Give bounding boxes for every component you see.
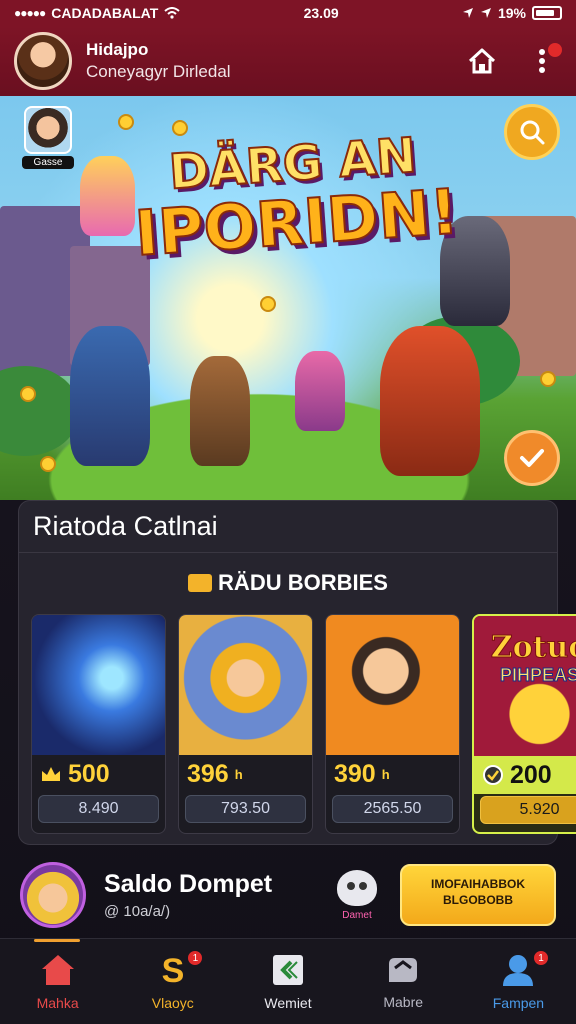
card-1-price-row: 500 xyxy=(32,755,165,793)
nav-item-store[interactable]: S 1 Vlaoyc xyxy=(115,939,230,1024)
card-3-price: 390 xyxy=(334,759,376,788)
check-icon xyxy=(520,449,544,467)
card-2-sub[interactable]: 793.50 xyxy=(185,795,306,823)
card-1-price: 500 xyxy=(68,759,110,788)
battery-icon xyxy=(531,6,562,20)
card-4-sub[interactable]: 5.920 xyxy=(480,796,576,824)
card-2-price-suffix: h xyxy=(234,766,243,782)
location-icon xyxy=(462,8,473,18)
check-circle-icon xyxy=(483,765,503,785)
hero-search-button[interactable] xyxy=(504,104,560,160)
user-icon xyxy=(503,954,534,986)
nav-label-home: Mahka xyxy=(36,994,79,1011)
user-meta: Hidajpo Coneyagyr Dirledal xyxy=(86,40,442,82)
location-icon-2 xyxy=(480,8,491,18)
cat-icon xyxy=(337,869,377,906)
nav-badge-profile: 1 xyxy=(532,949,551,967)
chest-icon xyxy=(188,574,213,592)
nav-item-profile[interactable]: 1 Fampen xyxy=(461,939,576,1024)
card-3-price-row: 390 h xyxy=(326,755,459,793)
hero-character-archer xyxy=(190,356,250,466)
more-vertical-icon xyxy=(539,49,545,73)
hero-character-knight xyxy=(70,326,150,466)
chat-icon xyxy=(389,957,418,982)
wallet-action-button[interactable]: IMOFAIHABBOK BLGOBOBB xyxy=(400,864,556,926)
card-1-sub[interactable]: 8.490 xyxy=(38,795,159,823)
card-3-price-suffix: h xyxy=(381,766,390,782)
panel-subtitle: RÄDU BORBIES xyxy=(218,570,388,595)
panel-title: Riatoda Catlnai xyxy=(19,501,557,553)
wallet-title: Saldo Dompet xyxy=(104,870,273,898)
card-3-sub[interactable]: 2565.50 xyxy=(332,795,453,823)
nav-item-home[interactable]: Mahka xyxy=(0,939,115,1024)
bottom-nav: Mahka S 1 Vlaoyc Wemiet Mabre 1 Fampen xyxy=(0,938,576,1024)
user-subtitle: Coneyagyr Dirledal xyxy=(86,62,231,81)
nav-label-store: Vlaoyc xyxy=(151,994,194,1011)
nav-item-wallet[interactable]: Wemiet xyxy=(230,939,345,1024)
hero-banner[interactable]: Gasse DÄRG AN IPORIDN! xyxy=(0,96,576,500)
shop-card-3[interactable]: 390 h 2565.50 xyxy=(325,614,460,834)
home-button[interactable] xyxy=(462,41,502,81)
mini-avatar-face xyxy=(24,106,72,154)
dollar-icon: S xyxy=(161,953,184,987)
card-4-image-text-1: Zotuo xyxy=(490,630,576,666)
nav-label-messages: Mabre xyxy=(383,993,424,1010)
svg-text:S: S xyxy=(161,953,184,987)
wallet-amount: @ 10a/a/) xyxy=(104,903,171,920)
wifi-icon xyxy=(164,7,180,19)
carrier-label: CADADABALAT xyxy=(51,5,159,21)
hero-character-pirate xyxy=(380,326,480,476)
nav-item-messages[interactable]: Mabre xyxy=(346,939,461,1024)
nav-badge-store: 1 xyxy=(186,949,205,967)
card-list: 500 8.490 396 h 793.50 390 h 2565.50 Zot… xyxy=(31,614,576,834)
wallet-pet[interactable]: Damet xyxy=(326,869,388,921)
shop-card-2[interactable]: 396 h 793.50 xyxy=(178,614,313,834)
notification-dot xyxy=(548,43,562,57)
hero-character-girl xyxy=(295,351,345,431)
clock: 23.09 xyxy=(303,5,339,21)
nav-label-wallet: Wemiet xyxy=(264,994,312,1011)
card-1-image xyxy=(32,615,165,755)
panel-subtitle-row: RÄDU BORBIES xyxy=(19,553,557,613)
card-4-price: 200 xyxy=(510,760,552,789)
wallet-info: Saldo Dompet @ 10a/a/) xyxy=(104,870,326,920)
screen: ●●●●● CADADABALAT 23.09 19% Hidajpo Cone… xyxy=(0,0,576,1024)
shop-panel: Riatoda Catlnai RÄDU BORBIES 500 8.490 3… xyxy=(18,500,576,845)
card-3-image xyxy=(326,615,459,755)
user-avatar[interactable] xyxy=(14,32,72,90)
shop-card-1[interactable]: 500 8.490 xyxy=(31,614,166,834)
wallet-icon xyxy=(273,954,303,985)
card-4-image-text-2: PIHPEAS xyxy=(499,665,576,686)
nav-label-profile: Fampen xyxy=(492,994,545,1011)
battery-percent: 19% xyxy=(497,5,526,21)
shop-card-4[interactable]: Zotuo PIHPEAS 200 5.920 xyxy=(472,614,576,834)
wallet-row: Saldo Dompet @ 10a/a/) Damet IMOFAIHABBO… xyxy=(0,852,576,938)
card-4-price-row: 200 xyxy=(474,756,576,794)
search-icon xyxy=(520,120,545,145)
hero-confirm-button[interactable] xyxy=(504,430,560,486)
user-name: Hidajpo xyxy=(86,40,149,59)
card-2-price: 396 xyxy=(187,759,229,788)
home-icon xyxy=(41,954,74,985)
home-icon xyxy=(468,48,496,74)
status-bar: ●●●●● CADADABALAT 23.09 19% xyxy=(0,0,576,26)
card-2-image xyxy=(179,615,312,755)
app-header: Hidajpo Coneyagyr Dirledal xyxy=(0,26,576,96)
more-menu-button[interactable] xyxy=(522,41,562,81)
signal-icon: ●●●●● xyxy=(14,6,46,20)
pet-label: Damet xyxy=(342,909,372,921)
crown-icon xyxy=(42,767,60,781)
wallet-avatar[interactable] xyxy=(20,862,86,928)
card-4-image: Zotuo PIHPEAS xyxy=(474,616,576,756)
card-2-price-row: 396 h xyxy=(179,755,312,793)
